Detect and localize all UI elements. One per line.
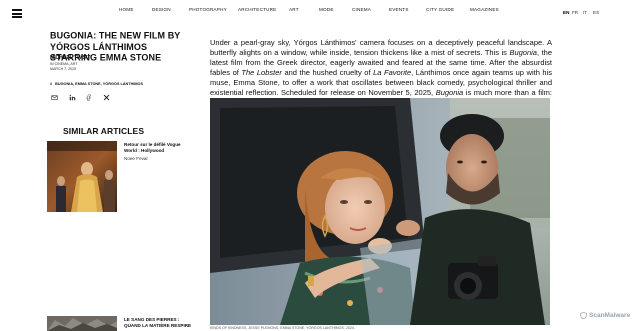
article-date: MARCH 7, 2025	[50, 67, 77, 71]
similar-article-1-title[interactable]: Retour sur le défilé Vogue World : Holly…	[124, 142, 194, 154]
nav-item-architecture[interactable]: ARCHITECTURE	[238, 7, 276, 12]
watermark-text: ScanMalware	[589, 312, 631, 319]
facebook-icon[interactable]	[84, 93, 92, 101]
language-fr[interactable]: FR	[572, 10, 578, 15]
nav-item-design[interactable]: DESIGN	[152, 7, 171, 12]
language-it[interactable]: IT	[583, 10, 587, 15]
similar-article-2-image[interactable]	[47, 316, 117, 331]
article-section[interactable]: IN CINEMA, ART	[50, 62, 78, 66]
linkedin-icon[interactable]	[68, 93, 76, 101]
similar-articles-heading: SIMILAR ARTICLES	[63, 126, 145, 136]
similar-article-1-image[interactable]	[47, 141, 117, 212]
article-author[interactable]: MICHAEL TIMSIT	[50, 55, 90, 61]
nav-item-cinema[interactable]: CINEMA	[352, 7, 371, 12]
x-icon[interactable]	[102, 93, 110, 101]
similar-article-1-author[interactable]: Noee Feval	[124, 156, 148, 161]
hero-image-caption: KINDS OF KINDNESS, Jesse Plemons, Emma S…	[210, 326, 355, 330]
tags-text: BUGONIA, EMMA STONE, YÓRGOS LÁNTHIMOS	[55, 82, 144, 86]
nav-item-events[interactable]: EVENTS	[389, 7, 409, 12]
nav-item-art[interactable]: ART	[289, 7, 299, 12]
hash-icon: #	[50, 82, 53, 86]
article-tags[interactable]: # BUGONIA, EMMA STONE, YÓRGOS LÁNTHIMOS	[50, 82, 143, 86]
nav-item-photography[interactable]: PHOTOGRAPHY	[189, 7, 227, 12]
article-hero-image[interactable]	[210, 98, 550, 325]
watermark: ScanMalware	[580, 312, 630, 319]
nav-item-magazines[interactable]: MAGAZINES	[470, 7, 499, 12]
nav-item-home[interactable]: HOME	[119, 7, 134, 12]
main-nav: HOME DESIGN PHOTOGRAPHY ARCHITECTURE ART…	[0, 7, 640, 17]
language-en[interactable]: EN	[563, 10, 569, 15]
email-icon[interactable]	[50, 93, 58, 101]
similar-article-2-title[interactable]: LE SANG DES PIERRES : QUAND LA MATIÈRE R…	[124, 317, 194, 329]
nav-item-city-guide[interactable]: CITY GUIDE	[426, 7, 454, 12]
nav-item-mode[interactable]: MODE	[319, 7, 334, 12]
language-es[interactable]: ES	[593, 10, 599, 15]
shield-icon	[580, 312, 587, 319]
